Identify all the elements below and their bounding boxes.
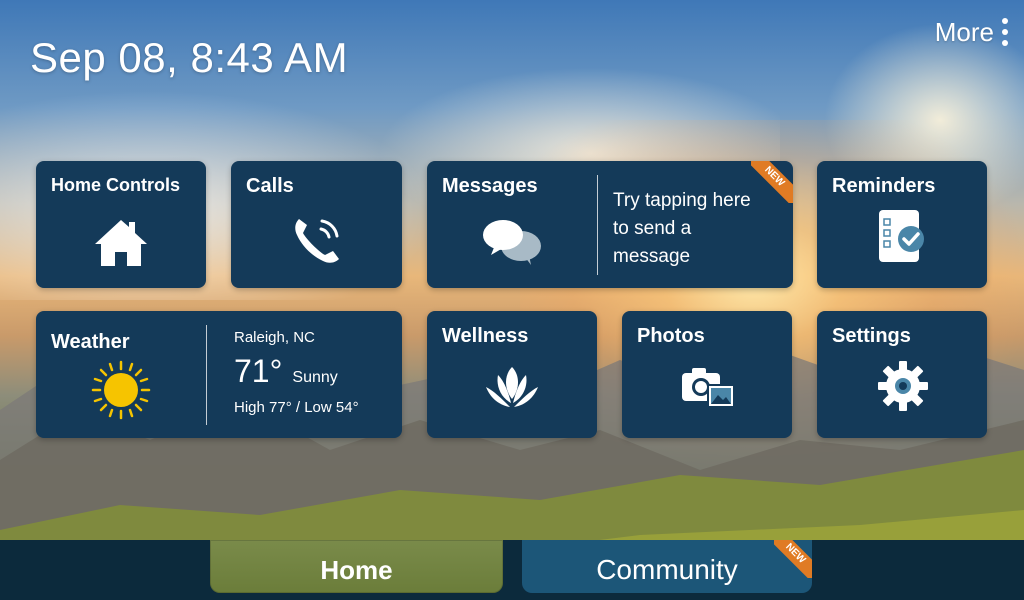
tile-reminders[interactable]: Reminders: [817, 161, 987, 288]
checklist-icon: [879, 210, 924, 262]
tab-community-label: Community: [596, 554, 738, 585]
phone-icon: [295, 219, 339, 263]
hint-line: to send a: [613, 218, 692, 239]
date-time: Sep 08, 8:43 AM: [30, 34, 349, 81]
divider: [206, 325, 207, 425]
messages-hint: Try tapping here to send a message: [613, 187, 751, 271]
divider: [597, 175, 598, 275]
new-badge-label: NEW: [774, 540, 812, 578]
tile-title: Settings: [832, 325, 911, 347]
tab-home[interactable]: Home: [210, 540, 503, 593]
background-landscape: [0, 0, 1024, 600]
tile-wellness[interactable]: Wellness: [427, 311, 597, 438]
weather-current: 71° Sunny: [234, 353, 338, 390]
tab-community[interactable]: Community NEW: [522, 540, 812, 593]
bottom-nav-bar: [0, 540, 1024, 600]
weather-location: Raleigh, NC: [234, 329, 315, 346]
tile-calls[interactable]: Calls: [231, 161, 402, 288]
tile-title: Calls: [246, 175, 294, 197]
tile-title: Home Controls: [51, 175, 181, 195]
hint-line: message: [613, 246, 691, 267]
kebab-menu-icon: [1002, 18, 1008, 46]
tab-home-label: Home: [320, 555, 393, 585]
tile-title: Weather: [51, 331, 130, 353]
more-label: More: [934, 16, 994, 47]
tile-title: Reminders: [832, 175, 936, 197]
tile-title: Wellness: [442, 325, 529, 347]
tile-settings[interactable]: Settings: [817, 311, 987, 438]
sun-icon: [91, 360, 151, 420]
house-icon: [95, 220, 147, 266]
weather-condition: Sunny: [292, 369, 338, 386]
weather-temp: 71°: [234, 353, 283, 389]
tile-messages[interactable]: Messages Try tapping here to send a mess…: [427, 161, 793, 288]
new-badge: NEW: [774, 540, 812, 578]
new-badge-label: NEW: [751, 161, 793, 203]
new-badge: NEW: [751, 161, 793, 203]
lotus-icon: [486, 367, 538, 407]
chat-bubbles-icon: [483, 220, 541, 265]
gear-icon: [878, 361, 928, 411]
camera-icon: [682, 368, 735, 408]
hint-line: Try tapping here: [613, 190, 751, 211]
tile-title: Messages: [442, 175, 538, 197]
tile-home-controls[interactable]: Home Controls: [36, 161, 206, 288]
more-button[interactable]: More: [935, 14, 1008, 50]
tile-weather[interactable]: Weather Raleigh, NC 71° Sunny High 77° /…: [36, 311, 402, 438]
tile-title: Photos: [637, 325, 705, 347]
tile-photos[interactable]: Photos: [622, 311, 792, 438]
weather-high-low: High 77° / Low 54°: [234, 399, 359, 416]
